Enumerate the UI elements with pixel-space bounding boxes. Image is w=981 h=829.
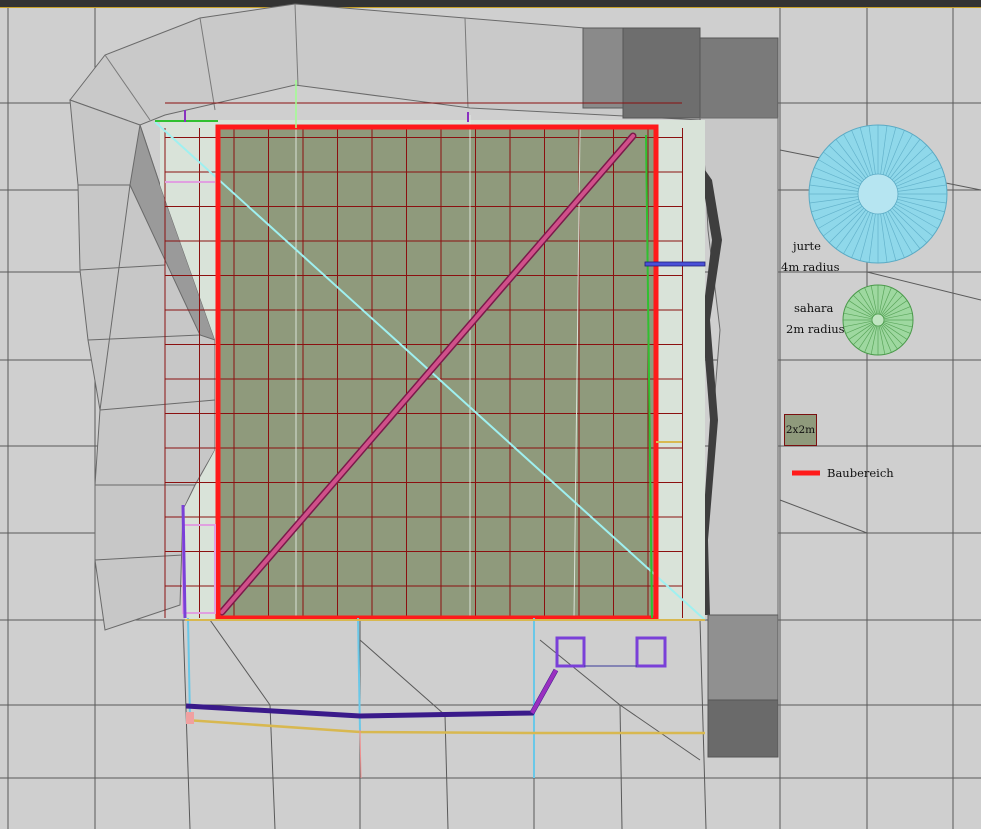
wall-right-block-b	[622, 27, 701, 119]
sahara-label: sahara	[794, 301, 834, 315]
build-area-label: Baubereich	[827, 466, 894, 480]
plot-size-label: 2x2m	[785, 424, 816, 436]
viewport[interactable]: jurte 4m radius sahara 2m radius 2x2m Ba…	[0, 0, 981, 829]
jurte-radius-label: 4m radius	[781, 260, 840, 274]
wall-right-foot	[707, 699, 779, 758]
sahara-tent-icon	[842, 284, 914, 356]
wall-right-block-a	[582, 27, 624, 109]
wall-right-lower	[707, 614, 779, 701]
top-view-scene	[0, 3, 981, 829]
jurte-label: jurte	[793, 239, 821, 253]
jurte-tent-icon	[808, 124, 948, 264]
plot-swatch-icon: 2x2m	[784, 414, 817, 446]
sahara-radius-label: 2m radius	[786, 322, 845, 336]
wall-right-cap	[699, 37, 779, 119]
